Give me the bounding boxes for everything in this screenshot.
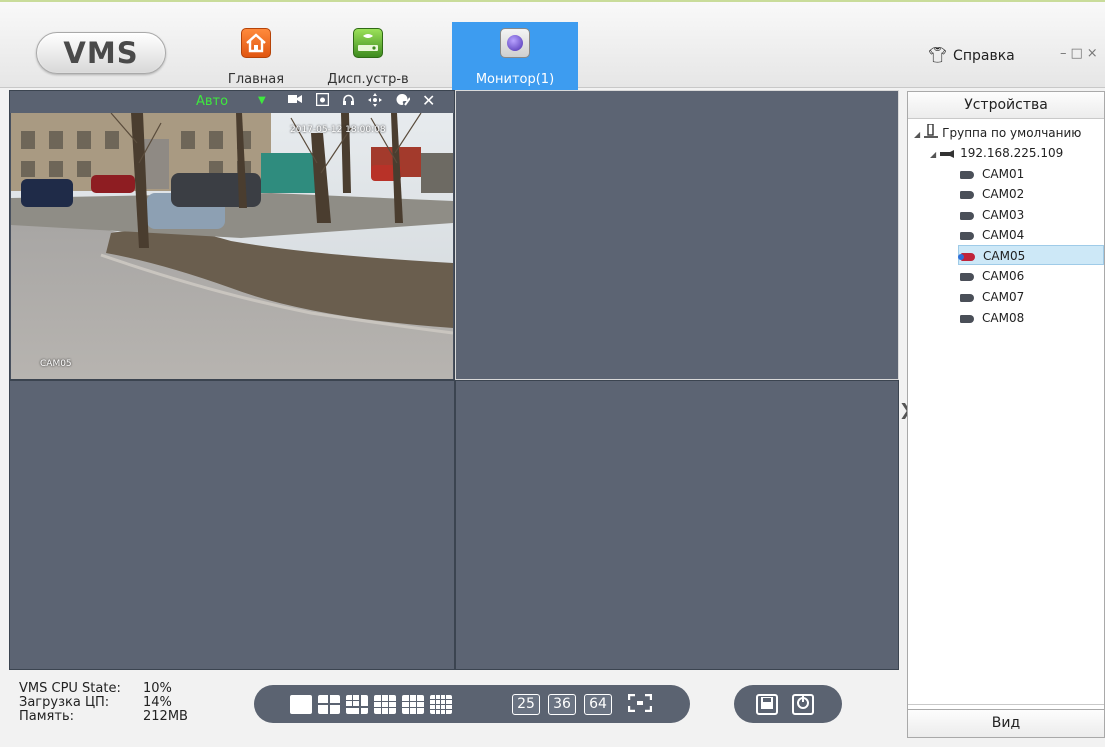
video-pane-1[interactable]: Авто ▼ ✕ 2017-05-12 18:00:08 CAM05 (9, 90, 455, 380)
camera-video-feed (11, 113, 453, 379)
osd-timestamp: 2017-05-12 18:00:08 (290, 125, 386, 135)
color-adjust-icon[interactable] (396, 93, 411, 110)
camera-icon (960, 272, 974, 281)
cpu-load-value: 14% (143, 695, 172, 710)
camera-label: CAM06 (982, 269, 1025, 283)
tree-camera-item[interactable]: CAM06 (960, 266, 1024, 286)
record-icon[interactable] (288, 93, 302, 109)
cpu-state-label: VMS CPU State: (19, 681, 121, 696)
memory-label: Память: (19, 709, 74, 724)
tab-device-manager-label: Дисп.устр-в (327, 72, 409, 87)
layout-9-button[interactable] (402, 695, 424, 714)
layout-16-button[interactable] (430, 695, 452, 714)
snapshot-icon[interactable] (315, 92, 330, 110)
tree-camera-item-selected[interactable]: CAM05 (958, 245, 1104, 265)
device-manager-icon (353, 28, 383, 58)
help-label: Справка (953, 48, 1015, 64)
camera-recording-icon (958, 252, 975, 261)
osd-camera-name: CAM05 (40, 359, 72, 369)
monitor-icon (500, 28, 530, 58)
view-tab[interactable]: Вид (908, 709, 1104, 737)
layout-8-button[interactable] (374, 695, 396, 714)
camera-icon (960, 211, 974, 220)
cpu-state-value: 10% (143, 681, 172, 696)
tab-device-manager[interactable]: Дисп.устр-в (308, 22, 428, 90)
tree-camera-item[interactable]: CAM08 (960, 308, 1024, 328)
window-controls[interactable]: –□× (1060, 46, 1102, 61)
camera-label: CAM01 (982, 167, 1025, 181)
video-pane-2[interactable] (455, 90, 899, 380)
layout-36-button[interactable]: 36 (548, 694, 576, 715)
home-icon (241, 28, 271, 58)
device-panel-header: Устройства (908, 92, 1104, 119)
group-label: Группа по умолчанию (942, 126, 1082, 140)
stream-mode-label[interactable]: Авто (196, 94, 228, 109)
save-toolbar (734, 685, 842, 723)
stream-mode-dropdown-icon[interactable]: ▼ (258, 95, 266, 106)
tree-camera-item[interactable]: CAM03 (960, 205, 1024, 225)
layout-4-button[interactable] (318, 695, 340, 714)
video-pane-3[interactable] (9, 380, 455, 670)
top-bar: VMS Главная Дисп.устр-в Монитор(1) 👕︎ Спр… (0, 0, 1105, 90)
tree-device-node[interactable]: ◢ 192.168.225.109 (930, 143, 1063, 163)
tab-home-label: Главная (227, 72, 285, 87)
tree-group-node[interactable]: ◢ Группа по умолчанию (914, 122, 1082, 144)
expand-caret-icon[interactable]: ◢ (914, 130, 920, 139)
camera-label: CAM07 (982, 290, 1025, 304)
pane-toolbar: Авто ▼ ✕ (10, 91, 454, 113)
camera-label: CAM04 (982, 228, 1025, 242)
camera-label: CAM02 (982, 187, 1025, 201)
layout-6-button[interactable] (346, 695, 368, 714)
video-pane-4[interactable] (455, 380, 899, 670)
fullscreen-icon[interactable] (626, 693, 654, 715)
device-icon (940, 144, 955, 164)
tab-monitor-label: Монитор(1) (475, 72, 555, 87)
audio-icon[interactable] (342, 93, 355, 110)
camera-label: CAM05 (983, 249, 1026, 263)
device-ip-label: 192.168.225.109 (960, 146, 1064, 160)
memory-value: 212MB (143, 709, 188, 724)
camera-icon (960, 190, 974, 199)
layout-toolbar: 25 36 64 (254, 685, 690, 723)
layout-25-button[interactable]: 25 (512, 694, 540, 715)
tab-monitor[interactable]: Монитор(1) (452, 22, 578, 90)
camera-icon (960, 293, 974, 302)
ptz-icon[interactable] (368, 93, 382, 111)
tree-camera-item[interactable]: CAM02 (960, 184, 1024, 204)
help-link[interactable]: 👕︎ Справка (928, 46, 1015, 64)
camera-icon (960, 314, 974, 323)
tab-home[interactable]: Главная (216, 22, 296, 90)
cpu-load-label: Загрузка ЦП: (19, 695, 110, 710)
save-layout-icon[interactable] (756, 694, 778, 715)
skin-icon[interactable]: 👕︎ (928, 46, 947, 64)
group-icon (924, 122, 939, 144)
camera-icon (960, 231, 974, 240)
device-panel: Устройства ◢ Группа по умолчанию ◢ 192.1… (907, 91, 1105, 738)
layout-1-button[interactable] (290, 695, 312, 714)
camera-label: CAM08 (982, 311, 1025, 325)
close-icon[interactable]: ✕ (422, 91, 435, 110)
expand-caret-icon[interactable]: ◢ (930, 150, 936, 159)
layout-64-button[interactable]: 64 (584, 694, 612, 715)
cycle-icon[interactable] (792, 694, 814, 715)
tree-camera-item[interactable]: CAM04 (960, 225, 1024, 245)
system-status: VMS CPU State: 10% Загрузка ЦП: 14% Память… (19, 682, 188, 724)
app-logo: VMS (36, 32, 166, 74)
video-grid: Авто ▼ ✕ 2017-05-12 18:00:08 CAM05 (9, 90, 899, 670)
camera-label: CAM03 (982, 208, 1025, 222)
tree-camera-item[interactable]: CAM01 (960, 164, 1024, 184)
camera-icon (960, 170, 974, 179)
tree-camera-item[interactable]: CAM07 (960, 287, 1024, 307)
